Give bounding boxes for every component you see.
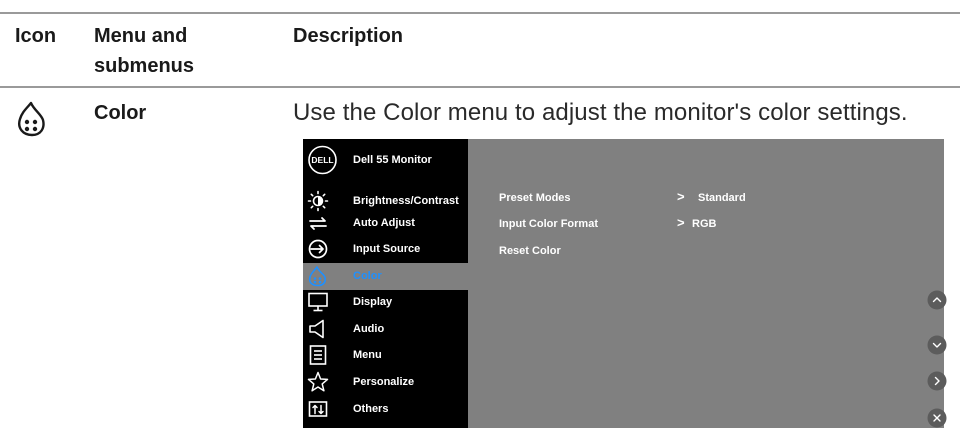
osd-menu-label: Audio [353,323,385,335]
dell-logo-text: DELL [311,155,333,165]
osd-panel: DELL Dell 55 Monitor Brightness/Contrast… [303,139,947,428]
header-description: Description [293,25,404,47]
others-icon [308,401,328,417]
osd-menu-color[interactable]: Color [303,263,468,290]
osd-menu-personalize[interactable]: Personalize [303,369,468,396]
osd-menu-display[interactable]: Display [303,289,468,316]
row-description: Use the Color menu to adjust the monitor… [293,99,908,126]
osd-menu-label: Color [353,270,382,282]
osd-title: Dell 55 Monitor [353,154,432,166]
menu-icon [309,345,327,365]
color-icon [308,266,327,287]
option-arrow: > [677,215,685,230]
option-preset-modes[interactable]: Preset Modes [499,192,571,204]
osd-menu-label: Display [353,296,393,308]
osd-menu-label: Personalize [353,376,415,388]
header-icon: Icon [15,25,57,47]
right-button-icon[interactable] [927,371,947,391]
osd-menu-label: Auto Adjust [353,217,415,229]
osd-header: DELL Dell 55 Monitor [303,139,468,181]
osd-menu-input-source[interactable]: Input Source [303,236,468,263]
star-icon [307,371,329,392]
osd-menu-others[interactable]: Others [303,396,468,423]
table-top-rule [0,12,960,14]
header-bottom-rule [0,86,960,88]
down-button-icon[interactable] [927,335,947,355]
auto-adjust-icon [309,217,327,230]
brightness-icon [307,190,329,212]
osd-menu-label: Brightness/Contrast [353,195,459,207]
osd-menu-label: Others [353,403,389,415]
input-source-icon [308,239,328,259]
option-value-standard: Standard [698,192,746,204]
display-icon [308,292,328,312]
osd-menu-label: Menu [353,349,382,361]
color-palette-icon [18,101,45,137]
up-button-icon[interactable] [927,290,947,310]
dell-logo: DELL [308,145,337,175]
osd-menu-label: Input Source [353,243,421,255]
osd-menu-audio[interactable]: Audio [303,316,468,343]
audio-icon [309,319,324,339]
osd-menu-auto-adjust[interactable]: Auto Adjust [303,210,468,237]
header-menu-line2: submenus [94,55,195,77]
exit-button-icon[interactable] [927,408,947,428]
option-input-color-format[interactable]: Input Color Format [499,218,598,230]
row-title-color: Color [94,102,147,124]
option-reset-color[interactable]: Reset Color [499,245,561,257]
option-value-rgb: RGB [692,218,717,230]
option-arrow: > [677,189,685,204]
header-menu: Menu and [94,25,188,47]
osd-menu-menu[interactable]: Menu [303,342,468,369]
